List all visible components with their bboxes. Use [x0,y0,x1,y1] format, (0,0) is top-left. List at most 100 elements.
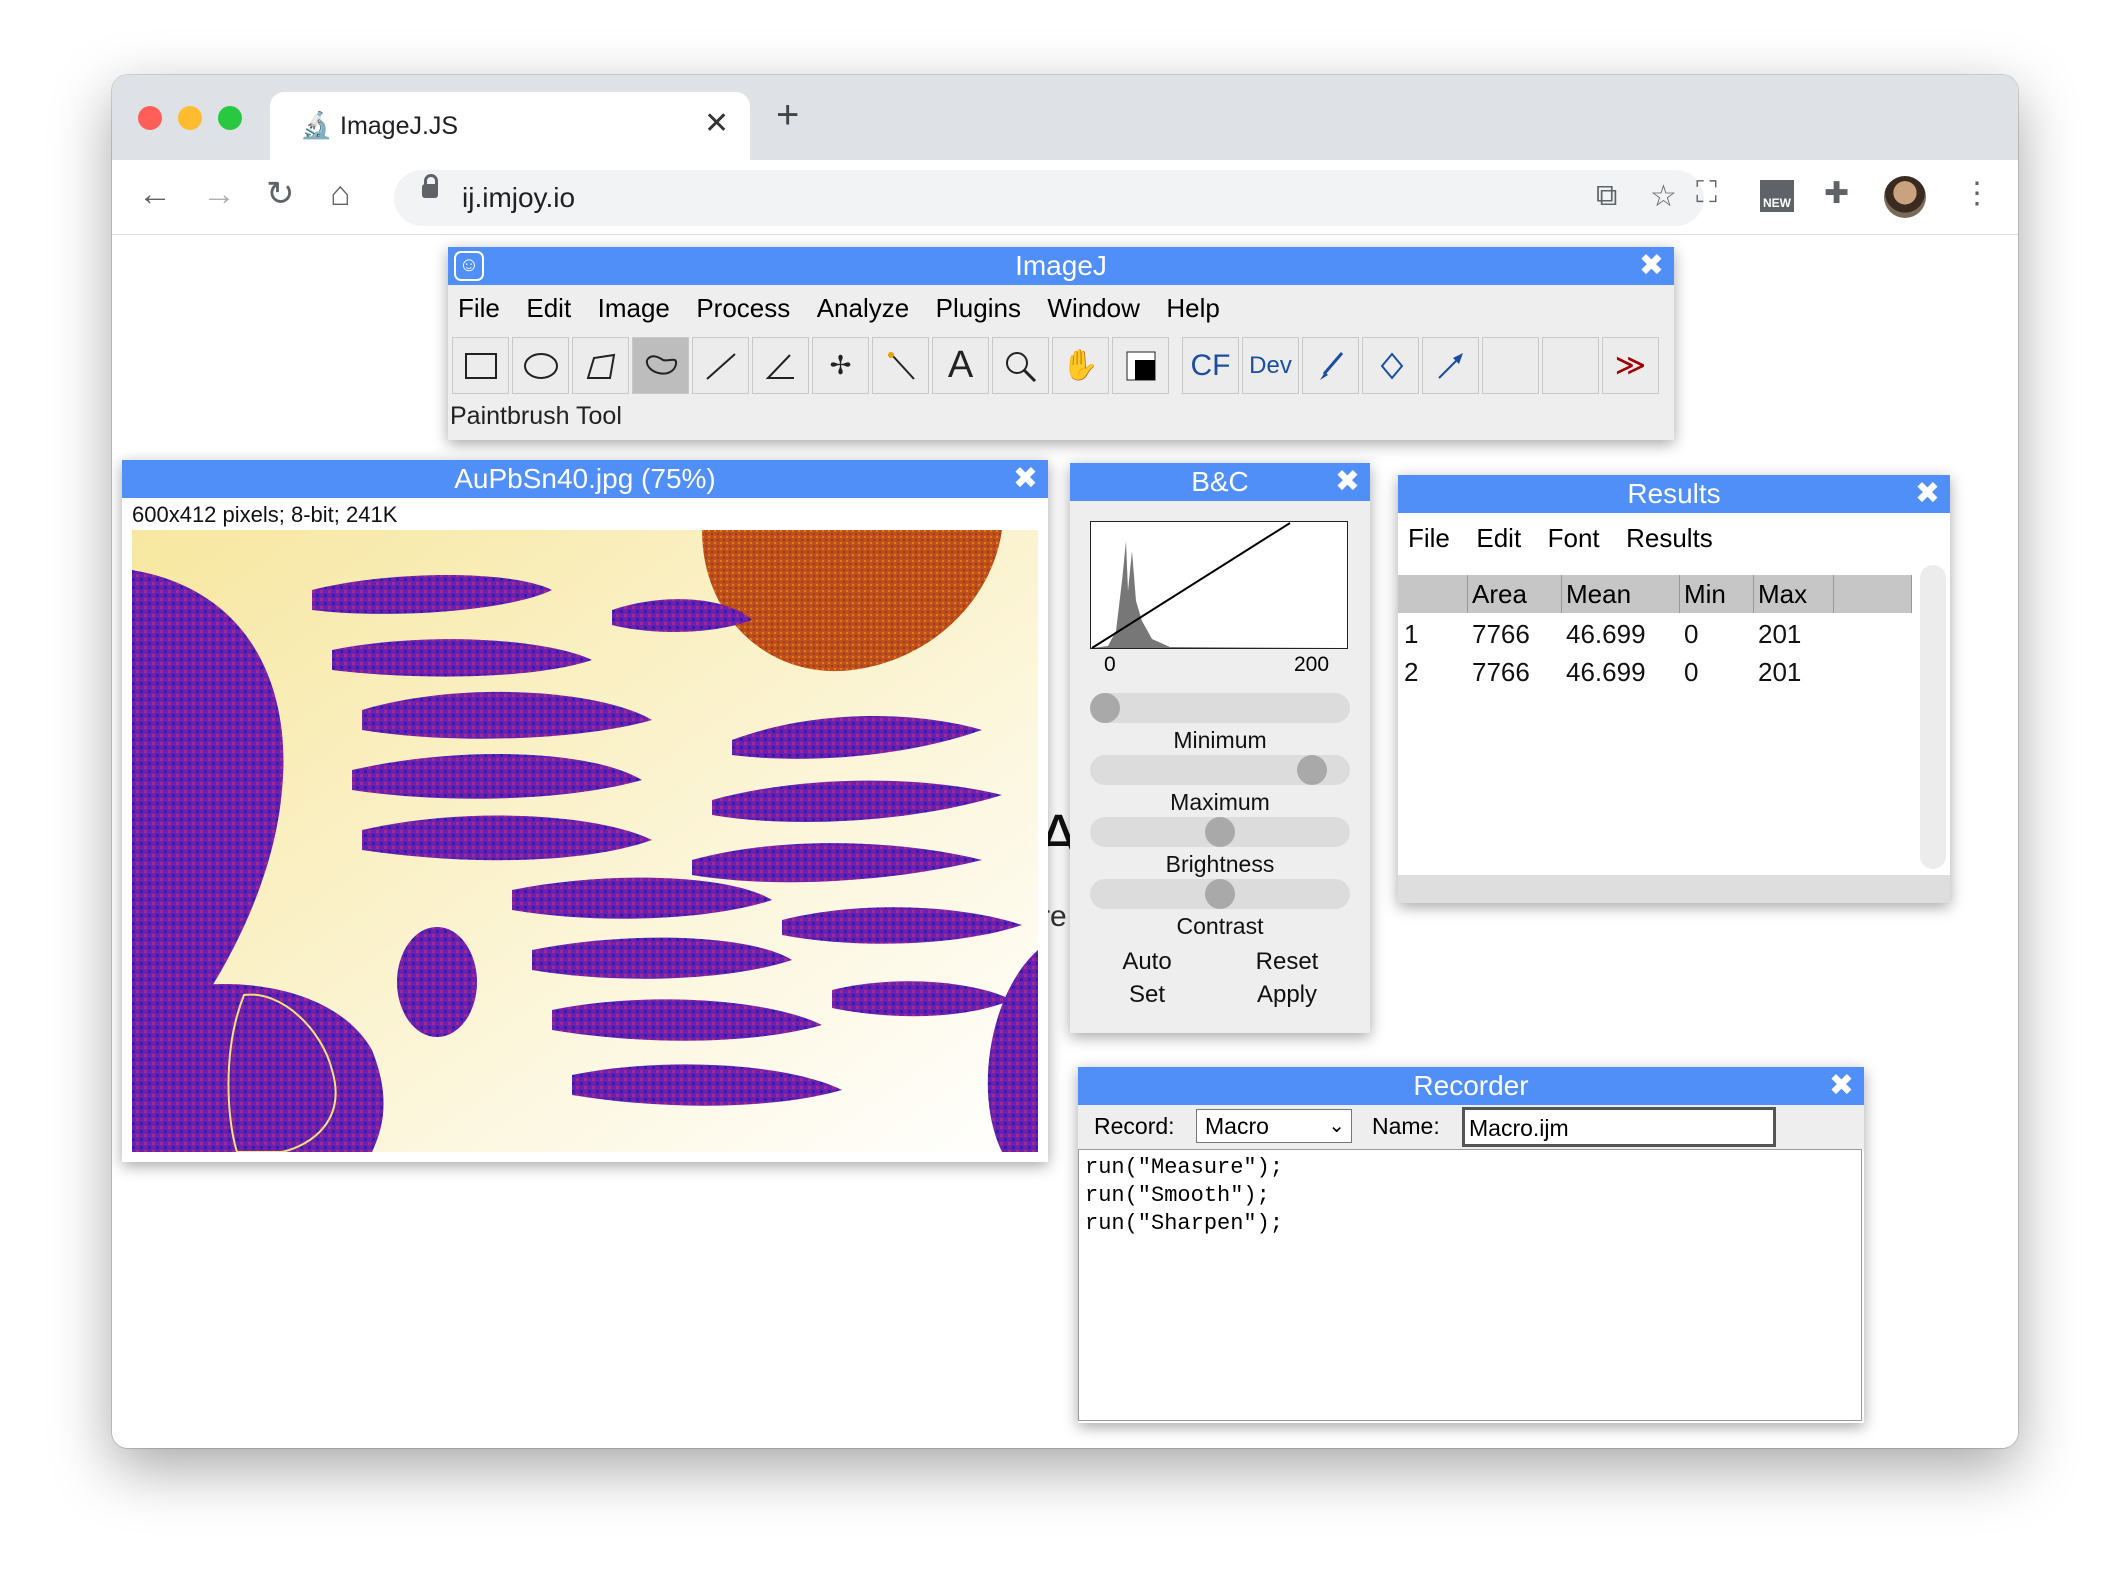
empty-tool-slot[interactable] [1542,337,1599,394]
table-cell: 1 [1404,619,1419,649]
results-header-index[interactable] [1398,575,1468,613]
maximum-slider[interactable] [1090,755,1350,785]
rectangle-icon [464,352,497,379]
imagej-title: ImageJ [1015,250,1107,281]
auto-button[interactable]: Auto [1078,948,1216,976]
menu-process[interactable]: Process [696,293,790,323]
wand-tool[interactable] [872,337,929,394]
avatar[interactable] [1884,176,1926,218]
results-header-filler [1834,575,1912,613]
results-window: Results ✖ File Edit Font Results Area Me… [1398,475,1950,903]
macro-code-area[interactable]: run("Measure"); run("Smooth"); run("Shar… [1078,1149,1862,1421]
results-vertical-scrollbar[interactable] [1920,565,1946,869]
results-header-area[interactable]: Area [1468,575,1562,613]
results-menu-font[interactable]: Font [1548,523,1600,553]
results-header-mean[interactable]: Mean [1562,575,1680,613]
results-title-bar[interactable]: Results ✖ [1398,475,1950,513]
contrast-slider[interactable] [1090,879,1350,909]
screenshot-capture-icon[interactable]: ⛶ [1696,176,1717,210]
imagej-title-bar[interactable]: ☺ ImageJ ✖ [448,247,1674,285]
menu-edit[interactable]: Edit [526,293,571,323]
dev-tool[interactable]: Dev [1242,337,1299,394]
browser-tab[interactable]: 🔬 ImageJ.JS ✕ [270,92,750,160]
set-button[interactable]: Set [1078,981,1216,1009]
address-bar[interactable]: ij.imjoy.io ⧉ ☆ [394,170,1704,226]
oval-tool[interactable] [512,337,569,394]
recorder-title-bar[interactable]: Recorder ✖ [1078,1067,1864,1105]
record-select[interactable]: Macro ⌄ [1196,1109,1352,1143]
bc-window: B&C ✖ 0 200 Minimum Maximum Brightness C… [1070,463,1370,1033]
results-header-min[interactable]: Min [1680,575,1754,613]
table-cell: 2 [1404,657,1419,687]
arrow-tool[interactable] [1422,337,1479,394]
minimum-slider[interactable] [1090,693,1350,723]
menu-plugins[interactable]: Plugins [936,293,1021,323]
brightness-slider-knob[interactable] [1205,817,1235,847]
image-close-icon[interactable]: ✖ [1013,460,1038,498]
menu-window[interactable]: Window [1047,293,1139,323]
reset-button[interactable]: Reset [1218,948,1356,976]
hand-tool[interactable]: ✋ [1052,337,1109,394]
brightness-slider[interactable] [1090,817,1350,847]
results-menu-results[interactable]: Results [1626,523,1713,553]
imagej-menubar: File Edit Image Process Analyze Plugins … [458,293,1242,324]
back-icon[interactable]: ← [138,174,172,214]
apply-button[interactable]: Apply [1218,981,1356,1009]
magnifier-tool[interactable] [992,337,1049,394]
imagej-close-icon[interactable]: ✖ [1639,247,1664,285]
angle-tool[interactable] [752,337,809,394]
status-bar: Paintbrush Tool [450,402,622,430]
minimum-slider-knob[interactable] [1090,693,1120,723]
more-vert-icon[interactable]: ⋮ [1962,176,1992,211]
line-tool[interactable] [692,337,749,394]
results-menu-file[interactable]: File [1408,523,1450,553]
text-tool[interactable]: A [932,337,989,394]
tab-close-icon[interactable]: ✕ [704,106,729,141]
recorder-close-icon[interactable]: ✖ [1829,1067,1854,1105]
flood-fill-tool[interactable] [1362,337,1419,394]
empty-tool-slot[interactable] [1482,337,1539,394]
minimize-window-button[interactable] [178,106,202,130]
image-canvas[interactable] [132,530,1038,1152]
freehand-tool[interactable] [632,337,689,394]
menu-image[interactable]: Image [598,293,670,323]
contrast-slider-knob[interactable] [1205,879,1235,909]
oval-icon [523,352,558,379]
maximize-window-button[interactable] [218,106,242,130]
color-picker-tool[interactable] [1112,337,1169,394]
multipoint-tool[interactable]: ✢ [812,337,869,394]
results-horizontal-scrollbar[interactable] [1398,875,1950,903]
record-label: Record: [1094,1113,1175,1139]
forward-icon[interactable]: → [202,174,236,214]
new-extension-icon[interactable]: NEW [1760,180,1794,212]
lock-icon [422,174,438,198]
results-menu-edit[interactable]: Edit [1476,523,1521,553]
new-tab-button[interactable]: + [776,95,799,135]
bc-title-bar[interactable]: B&C ✖ [1070,463,1370,501]
close-window-button[interactable] [138,106,162,130]
extensions-puzzle-icon[interactable]: ✚ [1824,176,1849,211]
maximum-slider-knob[interactable] [1297,755,1327,785]
results-header-max[interactable]: Max [1754,575,1834,613]
reload-icon[interactable]: ↻ [266,174,295,214]
results-close-icon[interactable]: ✖ [1915,475,1940,513]
menu-analyze[interactable]: Analyze [817,293,910,323]
bc-close-icon[interactable]: ✖ [1335,463,1360,501]
table-cell: 201 [1758,619,1802,649]
line-icon [705,352,736,380]
cf-tool[interactable]: CF [1182,337,1239,394]
bc-title: B&C [1191,466,1249,497]
paintbrush-tool[interactable] [1302,337,1359,394]
polygon-tool[interactable] [572,337,629,394]
image-title-bar[interactable]: AuPbSn40.jpg (75%) ✖ [122,460,1048,498]
bookmark-star-icon[interactable]: ☆ [1650,179,1677,214]
home-icon[interactable]: ⌂ [330,174,351,214]
rectangle-tool[interactable] [452,337,509,394]
menu-file[interactable]: File [458,293,500,323]
open-in-app-icon[interactable]: ⧉ [1596,179,1617,213]
browser-window: 🔬 ImageJ.JS ✕ + ← → ↻ ⌂ ij.imjoy.io ⧉ ☆ … [112,75,2018,1448]
table-cell: 0 [1684,619,1699,649]
menu-help[interactable]: Help [1166,293,1219,323]
more-tools-button[interactable]: ≫ [1602,337,1659,394]
name-field[interactable]: Macro.ijm [1462,1107,1776,1147]
